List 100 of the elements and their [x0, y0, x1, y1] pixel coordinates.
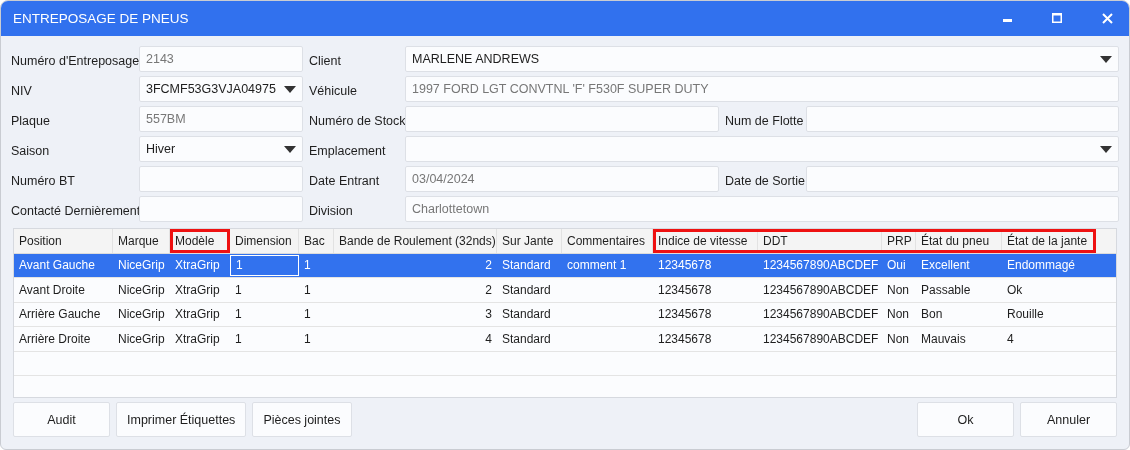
field-label: Emplacement	[309, 143, 387, 158]
field-label: NIV	[11, 83, 33, 98]
dropdown-field[interactable]: Hiver	[139, 136, 303, 162]
field-label: Division	[309, 203, 354, 218]
table-cell-text: Non	[886, 306, 910, 324]
table-cell-text: 1	[303, 257, 312, 275]
table-cell-text: Bon	[920, 306, 944, 324]
table-cell-text: XtraGrip	[174, 306, 221, 324]
caret-icon	[1100, 55, 1112, 63]
field-label: Date Entrant	[309, 173, 381, 188]
table-cell-text: 3	[484, 306, 493, 324]
table-cell-text: Mauvais	[920, 330, 967, 348]
table-cell-text: 1234567890ABCDEF	[762, 306, 880, 324]
table-row[interactable]: Avant Droite NiceGrip XtraGrip 1 1 2 Standard 12345678 1234567890ABCDEF Non Passable Ok	[14, 278, 1116, 303]
action-button[interactable]: Audit	[13, 402, 110, 437]
column-header[interactable]: Marque	[113, 229, 170, 253]
input-field[interactable]	[806, 106, 1119, 132]
table-cell-text: 12345678	[657, 306, 713, 324]
minimize-icon[interactable]	[1003, 19, 1012, 22]
table-cell-text: Rouille	[1006, 306, 1045, 324]
column-header[interactable]: Bac	[299, 229, 334, 253]
input-field[interactable]: Charlottetown	[405, 196, 1119, 222]
input-field[interactable]: 03/04/2024	[405, 166, 719, 192]
table-cell-text: 4	[484, 330, 493, 348]
table-cell-text: Avant Droite	[18, 281, 86, 299]
table-cell-text: 1234567890ABCDEF	[762, 257, 880, 275]
table-cell-text: Passable	[920, 281, 972, 299]
table-cell-text: NiceGrip	[117, 281, 166, 299]
action-button[interactable]: Pièces jointes	[252, 402, 352, 437]
table-cell-text: Non	[886, 281, 910, 299]
table-cell-text: Arrière Gauche	[18, 306, 102, 324]
column-header[interactable]: Bande de Roulement (32nds)	[334, 229, 497, 253]
input-field[interactable]: 1997 FORD LGT CONVTNL 'F' F530F SUPER DUTY	[405, 76, 1119, 102]
column-header[interactable]: Dimension	[230, 229, 299, 253]
table-cell-text: NiceGrip	[117, 257, 166, 275]
dropdown-field[interactable]	[405, 136, 1119, 162]
dialog-button[interactable]: Annuler	[1020, 402, 1117, 437]
column-header[interactable]: DDT	[758, 229, 882, 253]
column-header[interactable]: Position	[14, 229, 113, 253]
table-cell-text: 2	[484, 281, 493, 299]
table-cell-text: Endommagé	[1006, 257, 1077, 275]
field-label: Numéro d'Entreposage	[11, 53, 139, 68]
dialog-button[interactable]: Ok	[917, 402, 1014, 437]
table-row[interactable]: Avant Gauche NiceGrip XtraGrip 1 1 2 Standard comment 1 12345678 1234567890ABCDEF Oui Excellent Endommagé	[14, 253, 1116, 278]
table-cell-text: 1234567890ABCDEF	[762, 330, 880, 348]
action-button[interactable]: Imprimer Étiquettes	[116, 402, 247, 437]
table-cell-text: Standard	[501, 281, 552, 299]
cell-editor[interactable]: 1	[230, 254, 299, 276]
table-cell-text: NiceGrip	[117, 330, 166, 348]
column-header[interactable]: Indice de vitesse	[653, 229, 758, 253]
table-row[interactable]: Arrière Gauche NiceGrip XtraGrip 1 1 3 Standard 12345678 1234567890ABCDEF Non Bon Rouille	[14, 302, 1116, 327]
caret-icon	[1100, 145, 1112, 153]
input-field[interactable]: 2143	[139, 46, 303, 72]
table-cell-text: 1	[234, 330, 243, 348]
window-title: ENTREPOSAGE DE PNEUS	[13, 11, 190, 26]
table-cell-text: 12345678	[657, 257, 713, 275]
table-cell-text: 2	[484, 257, 493, 275]
table-cell-text: XtraGrip	[174, 330, 221, 348]
input-field[interactable]: 557BM	[139, 106, 303, 132]
field-label: Date de Sortie	[725, 173, 806, 188]
dropdown-field[interactable]: MARLENE ANDREWS	[405, 46, 1119, 72]
dropdown-field[interactable]: 3FCMF53G3VJA04975	[139, 76, 303, 102]
table-cell-text: Ok	[1006, 281, 1024, 299]
input-field[interactable]	[405, 106, 719, 132]
table-cell-text: 4	[1006, 330, 1015, 348]
table-cell-text: Excellent	[920, 257, 971, 275]
table-cell-text: Arrière Droite	[18, 330, 92, 348]
table-cell-text: 1	[234, 281, 243, 299]
caret-icon	[284, 85, 296, 93]
field-label: Plaque	[11, 113, 51, 128]
column-header[interactable]: PRP	[882, 229, 916, 253]
field-label: Num de Flotte	[725, 113, 805, 128]
field-label: Contacté Dernièrement	[11, 203, 139, 218]
column-header[interactable]: Commentaires	[562, 229, 653, 253]
input-field[interactable]	[139, 166, 303, 192]
field-label: Saison	[11, 143, 51, 158]
field-label: Véhicule	[309, 83, 358, 98]
close-icon[interactable]	[1102, 13, 1113, 24]
field-label: Numéro BT	[11, 173, 76, 188]
table-cell-text: Standard	[501, 257, 552, 275]
table-cell-text: 1234567890ABCDEF	[762, 281, 880, 299]
table-cell-text: Non	[886, 330, 910, 348]
table-cell-text: 12345678	[657, 330, 713, 348]
table-cell-text: NiceGrip	[117, 306, 166, 324]
input-field[interactable]	[806, 166, 1119, 192]
input-field[interactable]	[139, 196, 303, 222]
table-cell-text: Avant Gauche	[18, 257, 96, 275]
column-header[interactable]: Modèle	[170, 229, 230, 253]
table-cell-text: 1	[303, 306, 312, 324]
table-cell-text: XtraGrip	[174, 281, 221, 299]
table-cell-text: 12345678	[657, 281, 713, 299]
maximize-icon[interactable]	[1052, 13, 1062, 23]
column-header[interactable]: État de la jante	[1002, 229, 1096, 253]
column-header[interactable]: Sur Jante	[497, 229, 562, 253]
field-label: Client	[309, 53, 342, 68]
table-cell-text: Oui	[886, 257, 907, 275]
column-header[interactable]: État du pneu	[916, 229, 1002, 253]
table-cell-text: Standard	[501, 330, 552, 348]
caret-icon	[284, 145, 296, 153]
table-row[interactable]: Arrière Droite NiceGrip XtraGrip 1 1 4 Standard 12345678 1234567890ABCDEF Non Mauvais 4	[14, 327, 1116, 352]
